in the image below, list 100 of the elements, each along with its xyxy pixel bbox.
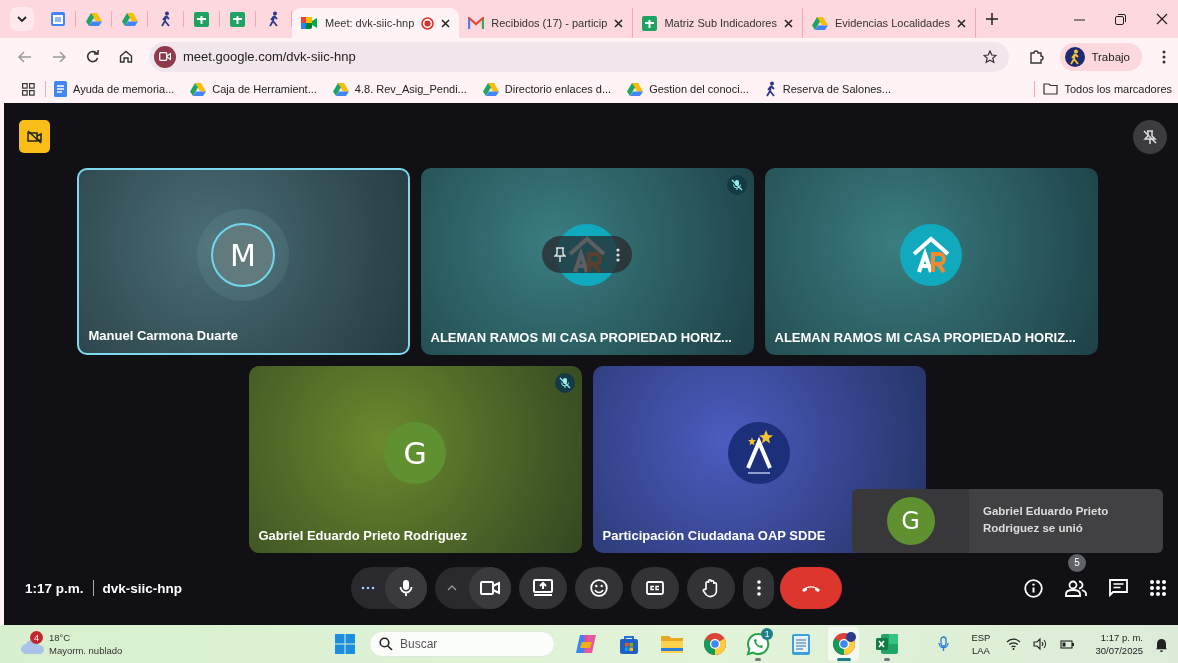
present-screen-button[interactable] [519,567,567,609]
more-options-button[interactable] [743,567,774,609]
phone-hang-up-icon [800,583,822,593]
tab-title: Matriz Sub Indicadores [664,17,777,29]
notification-text: Gabriel Eduardo Prieto Rodriguez se unió [982,504,1110,536]
taskbar-clock[interactable]: 1:17 p. m. 30/07/2025 [1095,631,1143,657]
tab-search-button[interactable] [10,7,34,31]
bookmark-link[interactable]: Directorio enlaces d... [482,82,612,96]
spreadsheet-icon [642,15,658,31]
spreadsheet-icon[interactable] [874,633,899,655]
present-screen-icon [533,579,553,597]
avatar-circle: G [384,422,446,484]
bookmark-link[interactable]: Gestion del conoci... [627,82,749,96]
close-icon[interactable] [614,18,624,28]
start-icon[interactable] [335,634,355,654]
bookmark-link[interactable]: Reserva de Salones... [764,81,892,97]
chat-icon[interactable] [1109,579,1128,597]
participant-tile[interactable]: G Gabriel Eduardo Prieto Rodriguez [248,366,582,553]
url-text: meet.google.com/dvk-siic-hnp [183,49,357,64]
captions-button[interactable] [631,567,679,609]
drive-icon [190,82,207,96]
taskbar-search-field[interactable]: Buscar [369,631,555,657]
wifi-icon[interactable] [1006,638,1022,650]
profile-button[interactable]: Trabajo [1060,42,1142,71]
restore-icon[interactable] [1115,13,1126,25]
participant-name: ALEMAN RAMOS MI CASA PROPIEDAD HORIZ... [429,330,733,347]
close-icon[interactable] [783,18,793,28]
input-language-button[interactable]: ESP LAA [971,631,991,657]
drive-icon [85,12,102,26]
participant-tile[interactable]: ALEMAN RAMOS MI CASA PROPIEDAD HORIZ... [420,168,754,355]
participant-tile[interactable]: ALEMAN RAMOS MI CASA PROPIEDAD HORIZ... [764,168,1098,355]
forward-arrow-icon[interactable] [52,50,66,63]
drive-icon [482,82,499,96]
drive-icon [332,82,349,96]
drive-icon [627,82,644,96]
spreadsheet-icon [194,11,209,27]
store-bag-icon[interactable] [617,633,640,655]
participant-tile[interactable]: M Manuel Carmona Duarte [76,168,410,355]
tab-title: Evidencias Localidades [834,17,950,29]
person-figure-icon [764,81,777,97]
meeting-code: dvk-siic-hnp [102,580,183,596]
bell-icon[interactable] [1155,636,1168,652]
people-icon[interactable] [1065,579,1087,597]
address-bar[interactable]: meet.google.com/dvk-siic-hnp [149,41,1010,72]
info-icon[interactable] [1024,578,1043,598]
smiley-icon [590,579,608,597]
battery-icon[interactable] [1060,638,1076,650]
temperature-text: 18°C [49,631,72,644]
pin-off-icon[interactable] [1133,119,1167,154]
calendar-icon [49,11,66,27]
site-info-icon[interactable] [154,45,176,68]
extensions-icon[interactable] [1029,49,1045,64]
speaker-icon[interactable] [1033,638,1049,650]
captions-icon [646,581,664,595]
video-off-indicator-icon [19,120,50,153]
apps-grid-icon[interactable] [22,82,35,96]
participant-count-badge: 5 [1068,553,1086,572]
leave-call-button[interactable] [780,567,842,609]
bookmark-link[interactable]: Caja de Herramient... [190,82,317,96]
meeting-time: 1:17 p.m. [25,580,84,596]
notification-badge: 4 [30,631,43,644]
more-options-icon [756,580,761,596]
taskbar-app[interactable]: 1 [742,627,773,661]
close-icon[interactable] [1156,13,1168,25]
bookmark-star-icon[interactable] [983,49,998,64]
tab-title: Recibidos (17) - particip [491,17,608,29]
home-icon[interactable] [119,50,133,63]
bookmark-link[interactable]: 4.8. Rev_Asig_Pendi... [332,82,467,96]
more-dots-icon [361,586,375,590]
raise-hand-button[interactable] [687,567,735,609]
participant-name: Participación Ciudadana OAP SDDE [601,528,827,545]
tab-title: Meet: dvk-siic-hnp [325,17,415,29]
microphone-icon[interactable] [938,636,950,652]
microphone-button[interactable] [385,567,427,609]
notification-badge: 1 [761,628,773,640]
all-bookmarks-link[interactable]: Todos los marcadores [1043,83,1172,95]
participant-name: Gabriel Eduardo Prieto Rodriguez [257,528,469,545]
camera-button[interactable] [469,567,511,609]
close-icon[interactable] [441,18,451,28]
apps-grid-icon[interactable] [1150,580,1166,596]
document-icon [54,81,67,97]
more-options-icon[interactable] [616,247,620,262]
drive-icon [121,12,138,26]
mail-icon [468,17,485,29]
video-camera-icon [301,16,318,30]
back-arrow-icon[interactable] [18,50,32,63]
menu-icon[interactable] [1162,49,1166,64]
emoji-button[interactable] [575,567,623,609]
chevron-down-icon [17,16,27,22]
pin-icon[interactable] [554,246,566,263]
bookmark-link[interactable]: Ayuda de memoria... [54,81,175,97]
browser-tab[interactable]: Meet: dvk-siic-hnp [292,8,460,38]
person-figure-icon [159,11,172,27]
hand-icon [702,578,720,598]
close-icon[interactable] [956,18,966,28]
reload-icon[interactable] [86,50,99,63]
video-camera-icon [480,581,500,595]
new-tab-icon[interactable] [985,13,998,25]
folder-icon[interactable] [659,634,684,654]
folder-icon [1043,83,1059,95]
